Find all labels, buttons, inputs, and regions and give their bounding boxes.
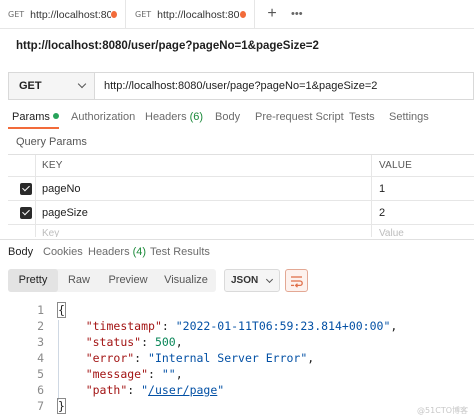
- code-line: 6 "path": "/user/page": [0, 382, 474, 398]
- table-row-placeholder: Key Value: [8, 225, 474, 237]
- json-value-quote: ": [217, 383, 225, 397]
- params-table: KEY VALUE pageNo 1 pageSize 2 Key Value: [8, 154, 474, 237]
- chevron-down-icon: [77, 79, 87, 89]
- code-line: 4 "error": "Internal Server Error",: [0, 350, 474, 366]
- open-brace: {: [57, 302, 66, 318]
- param-checkbox[interactable]: [20, 183, 32, 195]
- view-mode-group: Pretty Raw Preview Visualize: [8, 269, 216, 292]
- json-value: "Internal Server Error": [148, 351, 308, 365]
- tab-pre-request-script[interactable]: Pre-request Script: [255, 108, 344, 130]
- active-tab-indicator: [8, 127, 59, 129]
- preview-button[interactable]: Preview: [102, 269, 154, 292]
- code-line: 7 }: [0, 398, 474, 414]
- json-value: 500: [154, 335, 176, 349]
- tab-body[interactable]: Body: [215, 108, 240, 130]
- json-value: "": [161, 367, 176, 381]
- close-brace: }: [57, 398, 66, 414]
- response-headers-count: (4): [132, 246, 147, 258]
- table-row: pageSize 2: [8, 201, 474, 225]
- response-body-code[interactable]: 1 { 2 "timestamp": "2022-01-11T06:59:23.…: [0, 302, 474, 414]
- watermark: @51CTO博客: [417, 406, 468, 415]
- unsaved-dot-icon: [110, 11, 117, 18]
- visualize-button[interactable]: Visualize: [156, 269, 216, 292]
- tab-strip: GET http://localhost:8080 GET http://loc…: [0, 0, 474, 29]
- value-column-header: VALUE: [379, 160, 413, 171]
- param-value[interactable]: 1: [373, 177, 474, 200]
- query-params-label: Query Params: [16, 136, 87, 148]
- tab-tests[interactable]: Tests: [349, 108, 375, 130]
- request-tab[interactable]: GET http://localhost:8080: [0, 0, 126, 29]
- json-key: "error": [85, 351, 135, 365]
- tab-settings[interactable]: Settings: [389, 108, 429, 130]
- line-number: 7: [37, 399, 44, 413]
- tab-headers[interactable]: Headers (6): [145, 108, 203, 130]
- url-input[interactable]: http://localhost:8080/user/page?pageNo=1…: [95, 73, 473, 99]
- tab-authorization[interactable]: Authorization: [71, 108, 135, 130]
- pane-divider[interactable]: [0, 239, 474, 240]
- param-key[interactable]: pageSize: [37, 201, 372, 224]
- line-number: 2: [37, 319, 44, 333]
- format-label: JSON: [231, 275, 259, 286]
- code-line: 1 {: [0, 302, 474, 318]
- tab-url: http://localhost:8080: [157, 8, 240, 21]
- more-tabs-button[interactable]: •••: [291, 4, 305, 24]
- active-dot-icon: [52, 113, 59, 119]
- key-column-header: KEY: [37, 155, 372, 176]
- response-tab-body[interactable]: Body: [8, 246, 33, 258]
- unsaved-dot-icon: [239, 11, 246, 18]
- headers-count: (6): [189, 111, 204, 123]
- line-number: 5: [37, 367, 44, 381]
- response-tab-test-results[interactable]: Test Results: [150, 246, 210, 258]
- table-header: KEY VALUE: [8, 155, 474, 177]
- method-select[interactable]: GET: [9, 73, 95, 99]
- param-key[interactable]: pageNo: [37, 177, 372, 200]
- table-row: pageNo 1: [8, 177, 474, 201]
- json-value: "2022-01-11T06:59:23.814+00:00": [175, 319, 391, 333]
- method-label: GET: [19, 80, 42, 92]
- raw-button[interactable]: Raw: [58, 269, 100, 292]
- line-number: 1: [37, 303, 44, 317]
- code-line: 2 "timestamp": "2022-01-11T06:59:23.814+…: [0, 318, 474, 334]
- json-value-quote: ": [141, 383, 149, 397]
- url-bar: GET http://localhost:8080/user/page?page…: [8, 72, 474, 100]
- tab-method: GET: [8, 10, 25, 19]
- format-select[interactable]: JSON: [224, 269, 280, 292]
- json-key: "status": [85, 335, 142, 349]
- tab-method: GET: [135, 10, 152, 19]
- response-tab-cookies[interactable]: Cookies: [43, 246, 83, 258]
- new-value-input[interactable]: Value: [373, 225, 474, 237]
- tab-url: http://localhost:8080: [30, 8, 111, 21]
- response-tabs: Body Cookies Headers (4) Test Results: [0, 246, 474, 264]
- response-tab-headers[interactable]: Headers (4): [88, 246, 146, 258]
- new-key-input[interactable]: Key: [37, 225, 372, 237]
- line-number: 6: [37, 383, 44, 397]
- param-checkbox[interactable]: [20, 207, 32, 219]
- code-line: 3 "status": 500,: [0, 334, 474, 350]
- wrap-lines-button[interactable]: [285, 269, 308, 292]
- line-number: 4: [37, 351, 44, 365]
- json-key: "timestamp": [85, 319, 162, 333]
- tab-headers-label: Headers: [145, 111, 187, 123]
- param-value[interactable]: 2: [373, 201, 474, 224]
- chevron-down-icon: [265, 275, 274, 283]
- new-tab-button[interactable]: +: [263, 4, 281, 24]
- response-headers-label: Headers: [88, 246, 130, 258]
- code-line: 5 "message": "",: [0, 366, 474, 382]
- json-key: "path": [85, 383, 128, 397]
- request-title[interactable]: http://localhost:8080/user/page?pageNo=1…: [16, 40, 319, 52]
- request-tabs: Params Authorization Headers (6) Body Pr…: [0, 108, 474, 130]
- path-link[interactable]: /user/page: [148, 383, 217, 397]
- wrap-lines-icon: [291, 276, 303, 288]
- line-number: 3: [37, 335, 44, 349]
- request-tab[interactable]: GET http://localhost:8080: [127, 0, 255, 29]
- json-key: "message": [85, 367, 149, 381]
- pretty-button[interactable]: Pretty: [8, 269, 58, 292]
- tab-params-label: Params: [12, 111, 50, 123]
